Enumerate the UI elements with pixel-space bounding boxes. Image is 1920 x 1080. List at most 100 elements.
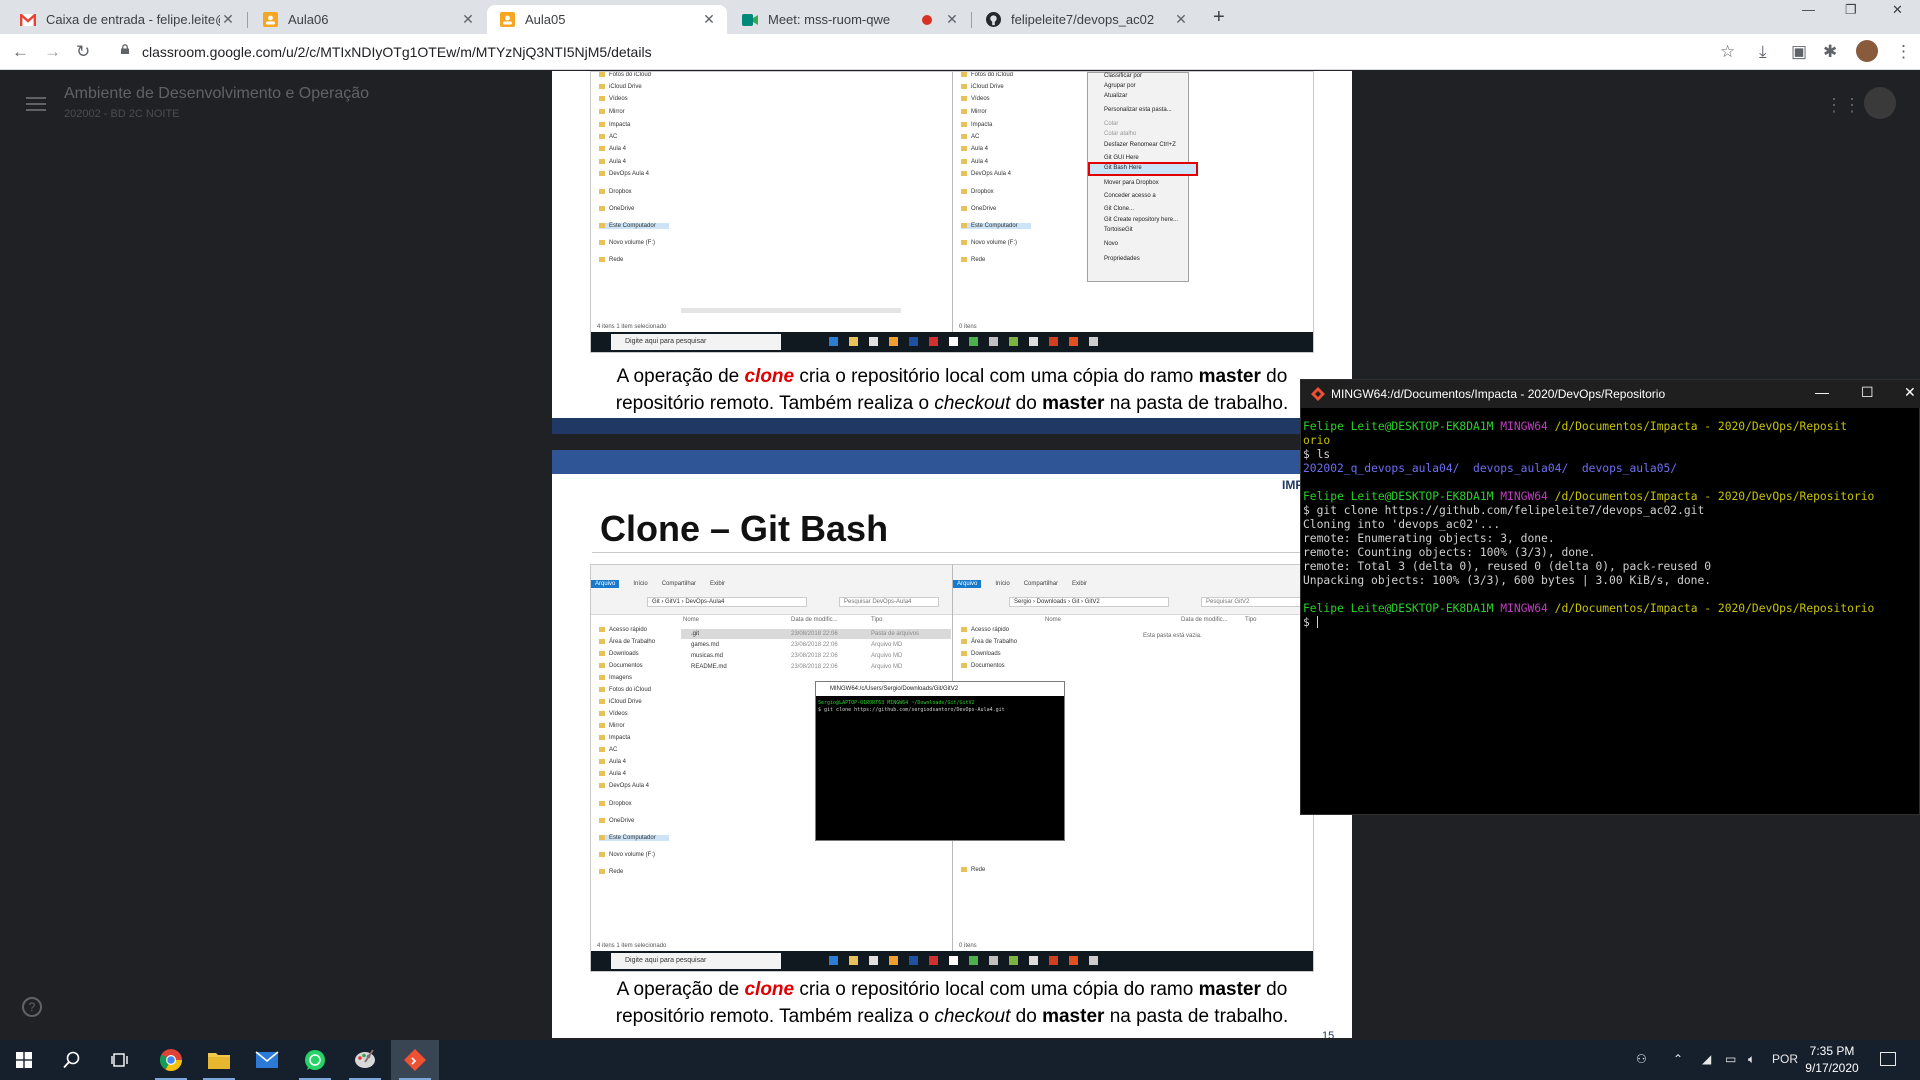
reload-icon[interactable]: ↻ — [76, 42, 90, 62]
context-menu-item[interactable]: Atualizar — [1104, 93, 1127, 99]
address-bar[interactable]: classroom.google.com/u/2/c/MTIxNDIyOTg1O… — [112, 38, 1752, 66]
context-menu-item[interactable]: Conceder acesso a — [1104, 193, 1156, 199]
tab-title: Meet: mss-ruom-qwe — [768, 12, 891, 27]
task-view-icon[interactable] — [96, 1040, 144, 1080]
nav-item: Dropbox — [961, 189, 994, 195]
forward-icon[interactable]: → — [44, 42, 61, 62]
chrome-icon — [969, 337, 978, 346]
close-window-icon[interactable]: ✕ — [1892, 2, 1903, 18]
chrome-icon[interactable] — [147, 1040, 195, 1080]
puzzle-extensions-icon[interactable]: ✱ — [1823, 42, 1837, 62]
nav-item: OneDrive — [961, 206, 996, 212]
app-icon — [989, 956, 998, 965]
nav-item: DevOps Aula 4 — [599, 783, 649, 789]
course-title[interactable]: Ambiente de Desenvolvimento e Operação — [64, 85, 369, 103]
search-icon[interactable] — [48, 1040, 96, 1080]
terminal-line: Felipe Leite@DESKTOP-EK8DA1M MINGW64 /d/… — [1303, 420, 1848, 433]
avatar[interactable] — [1864, 87, 1896, 119]
close-icon[interactable]: ✕ — [1904, 384, 1916, 401]
mail-icon[interactable] — [243, 1040, 291, 1080]
context-menu-item[interactable]: Git GUI Here — [1104, 155, 1139, 161]
tab-aula05[interactable]: Aula05 ✕ — [487, 5, 727, 34]
nav-item: Aula 4 — [961, 159, 988, 165]
context-menu-item[interactable]: Mover para Dropbox — [1104, 180, 1159, 186]
menu-kebab-icon[interactable]: ⋮ — [1895, 42, 1912, 62]
tab-meet[interactable]: Meet: mss-ruom-qwe ✕ — [730, 5, 970, 34]
app-icon — [1029, 956, 1038, 965]
nav-item: Rede — [961, 867, 985, 873]
slide-taskbar-search: Digite aqui para pesquisar — [611, 953, 781, 969]
column-header: Nome — [683, 617, 700, 623]
download-icon[interactable]: ⤓ — [1759, 42, 1767, 62]
classroom-icon — [499, 12, 515, 28]
nav-item: Aula 4 — [599, 146, 626, 152]
tab-aula06[interactable]: Aula06 ✕ — [250, 5, 486, 34]
app-icon — [909, 956, 918, 965]
tab-close-icon[interactable]: ✕ — [220, 11, 236, 28]
volume-icon[interactable]: 🔈︎ — [1748, 1052, 1755, 1067]
tab-gmail[interactable]: Caixa de entrada - felipe.leite@a ✕ — [8, 5, 246, 34]
context-menu-item[interactable]: Git Create repository here... — [1104, 217, 1178, 223]
minimize-icon[interactable]: — — [1815, 384, 1829, 400]
app-icon — [1089, 337, 1098, 346]
nav-item: Novo volume (F:) — [961, 240, 1017, 246]
clock[interactable]: 7:35 PM 9/17/2020 — [1802, 1043, 1862, 1077]
context-menu-item[interactable]: Desfazer Renomear Ctrl+Z — [1104, 142, 1176, 148]
extension-icon[interactable]: ▣ — [1791, 42, 1807, 62]
back-icon[interactable]: ← — [12, 42, 29, 62]
git-bash-here-menu-item[interactable]: Git Bash Here — [1104, 165, 1142, 171]
nav-item: Acesso rápido — [961, 627, 1009, 633]
terminal-line: Felipe Leite@DESKTOP-EK8DA1M MINGW64 /d/… — [1303, 490, 1875, 503]
context-menu-item[interactable]: TortoiseGit — [1104, 227, 1133, 233]
nav-item: Downloads — [599, 651, 639, 657]
terminal-prompt[interactable]: $ — [1303, 616, 1919, 630]
new-tab-button[interactable]: + — [1213, 6, 1225, 29]
tab-close-icon[interactable]: ✕ — [460, 11, 476, 28]
windows-taskbar: ⚇ ⌃ ◢ ▭ 🔈︎ POR 7:35 PM 9/17/2020 — [0, 1040, 1920, 1080]
windows-start-icon[interactable] — [0, 1040, 48, 1080]
maximize-icon[interactable]: ☐ — [1861, 384, 1874, 401]
context-menu-item[interactable]: Classificar por — [1104, 73, 1142, 79]
explorer-status: 4 itens 1 item selecionado — [597, 324, 667, 330]
git-bash-titlebar[interactable]: MINGW64:/d/Documentos/Impacta - 2020/Dev… — [1301, 380, 1920, 408]
tab-close-icon[interactable]: ✕ — [944, 11, 960, 28]
nav-item: iCloud Drive — [599, 699, 642, 705]
chevron-up-icon[interactable]: ⌃ — [1673, 1052, 1683, 1066]
minimize-icon[interactable]: — — [1802, 2, 1815, 17]
file-explorer-icon[interactable] — [195, 1040, 243, 1080]
whatsapp-icon[interactable] — [291, 1040, 339, 1080]
network-icon[interactable]: ◢ — [1702, 1052, 1711, 1066]
tab-close-icon[interactable]: ✕ — [1173, 11, 1189, 28]
git-bash-window[interactable]: MINGW64:/d/Documentos/Impacta - 2020/Dev… — [1300, 379, 1920, 815]
help-icon[interactable]: ? — [22, 997, 42, 1017]
language-indicator[interactable]: POR — [1772, 1052, 1798, 1066]
context-menu-item[interactable]: Agrupar por — [1104, 83, 1136, 89]
nav-item: Fotos do iCloud — [599, 72, 651, 78]
url-text: classroom.google.com/u/2/c/MTIxNDIyOTg1O… — [142, 44, 652, 60]
context-menu-item[interactable]: Personalizar esta pasta... — [1104, 107, 1172, 113]
git-bash-icon[interactable] — [391, 1040, 439, 1080]
git-bash-title: MINGW64:/d/Documentos/Impacta - 2020/Dev… — [1331, 387, 1666, 401]
bookmark-star-icon[interactable]: ☆ — [1720, 42, 1735, 62]
people-icon[interactable]: ⚇ — [1636, 1052, 1647, 1066]
notifications-icon[interactable] — [1880, 1052, 1896, 1066]
nav-item: Dropbox — [599, 189, 632, 195]
menu-icon[interactable] — [26, 97, 46, 115]
restore-icon[interactable]: ❐ — [1845, 2, 1857, 18]
context-menu-item[interactable]: Propriedades — [1104, 256, 1140, 262]
terminal-output[interactable]: Felipe Leite@DESKTOP-EK8DA1M MINGW64 /d/… — [1303, 420, 1919, 630]
profile-avatar[interactable] — [1856, 40, 1878, 62]
explorer-search: Pesquisar GitV2 — [1201, 597, 1301, 607]
mail-icon — [949, 956, 958, 965]
tab-github[interactable]: felipeleite7/devops_ac02 ✕ — [973, 5, 1199, 34]
battery-icon[interactable]: ▭ — [1725, 1052, 1736, 1066]
context-menu-item[interactable]: Novo — [1104, 241, 1118, 247]
paint-icon[interactable] — [341, 1040, 389, 1080]
app-icon — [1029, 337, 1038, 346]
column-header: Nome — [1045, 617, 1062, 623]
tab-close-icon[interactable]: ✕ — [701, 11, 717, 28]
slide-footer-band — [552, 418, 1352, 434]
context-menu-item[interactable]: Git Clone... — [1104, 206, 1134, 212]
nav-item: Fotos do iCloud — [599, 687, 651, 693]
